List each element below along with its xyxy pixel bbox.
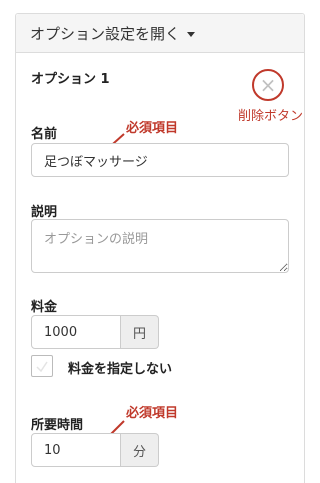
duration-required-annotation: 必須項目	[126, 406, 179, 421]
description-textarea[interactable]	[31, 219, 289, 273]
price-input[interactable]	[31, 315, 121, 349]
duration-input[interactable]	[31, 433, 121, 467]
duration-unit-addon: 分	[121, 433, 159, 467]
close-icon: ×	[259, 72, 277, 97]
name-required-annotation: 必須項目	[126, 121, 179, 136]
remove-option-button[interactable]: ×	[252, 69, 284, 101]
open-options-toggle[interactable]: オプション設定を開く	[16, 14, 304, 53]
price-label: 料金	[31, 300, 58, 315]
description-label: 説明	[31, 205, 58, 220]
option-heading: オプション 1	[31, 72, 110, 87]
no-price-checkbox[interactable]	[31, 355, 53, 377]
name-input[interactable]	[31, 143, 289, 177]
price-unit-addon: 円	[121, 315, 159, 349]
caret-down-icon	[187, 31, 196, 37]
remove-button-annotation: 削除ボタン	[238, 109, 304, 124]
checkbox-icon	[36, 361, 48, 373]
duration-label: 所要時間	[31, 418, 84, 433]
name-label: 名前	[31, 127, 58, 142]
no-price-label: 料金を指定しない	[68, 362, 173, 377]
options-toggle-label: オプション設定を開く	[30, 24, 181, 43]
